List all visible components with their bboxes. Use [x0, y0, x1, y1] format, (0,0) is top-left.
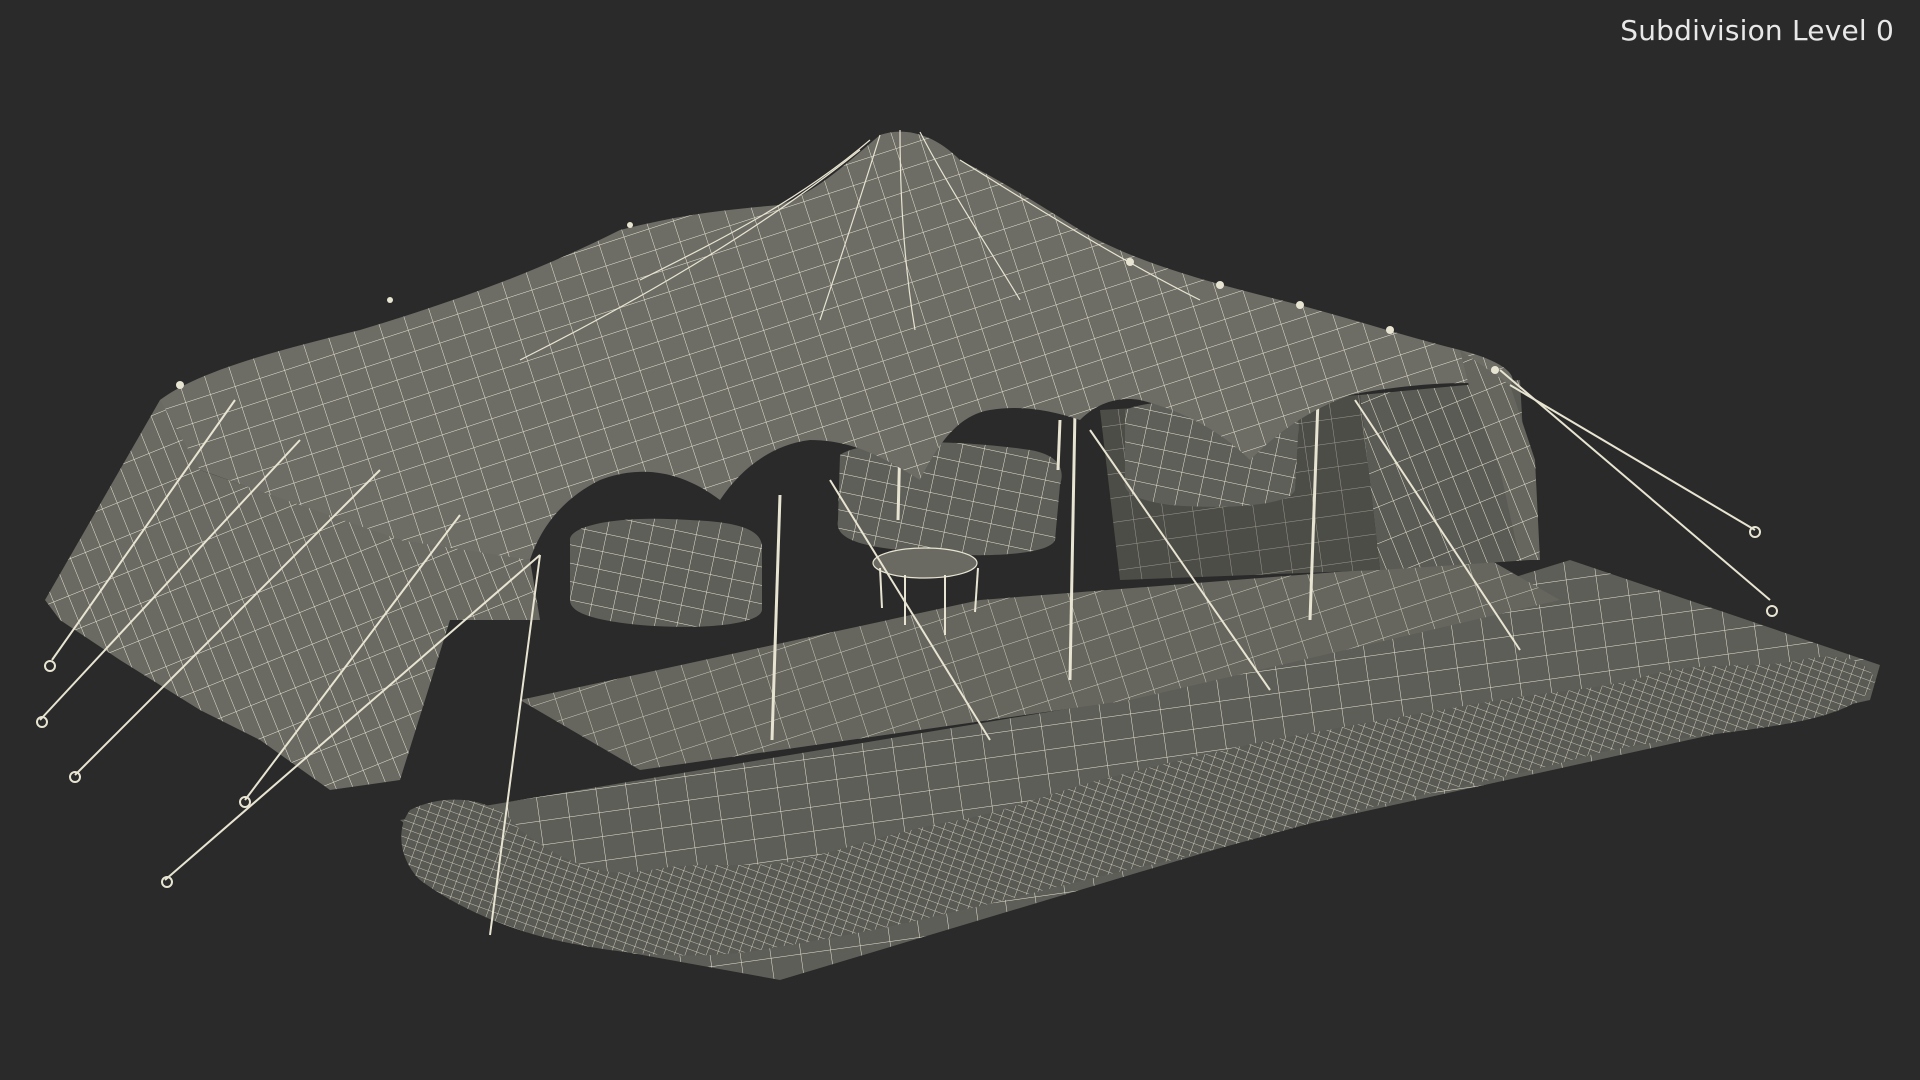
3d-viewport[interactable]: Subdivision Level 0 [0, 0, 1920, 1080]
cushion-left [570, 518, 762, 627]
cushion-center [837, 442, 1062, 556]
tent-wireframe-render [36, 129, 1880, 980]
subdivision-level-label: Subdivision Level 0 [1620, 14, 1894, 47]
